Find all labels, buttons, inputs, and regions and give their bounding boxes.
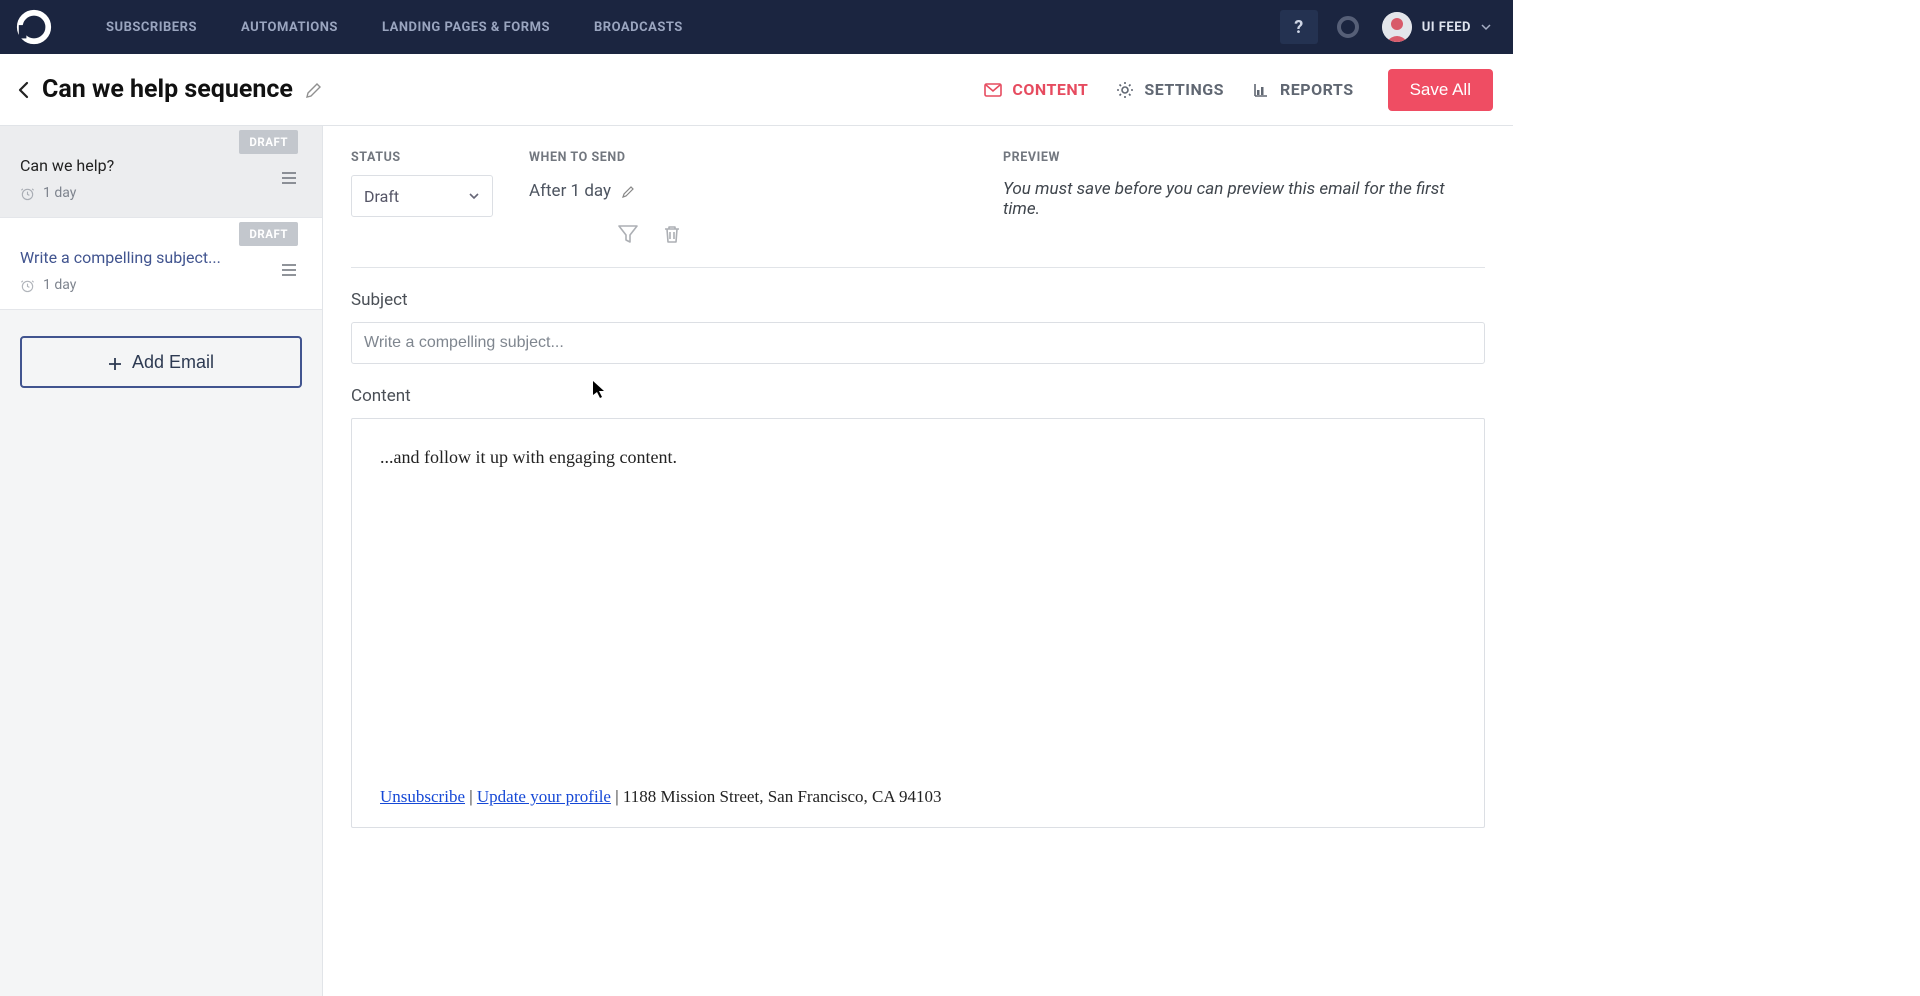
content-footer: Unsubscribe | Update your profile | 1188… (380, 787, 1456, 807)
back-button[interactable] (14, 80, 34, 100)
footer-sep1: | (465, 787, 477, 806)
page-title: Can we help sequence (42, 75, 293, 104)
update-profile-link[interactable]: Update your profile (477, 787, 611, 806)
email-meta: 1 day (20, 277, 302, 293)
nav-links: SUBSCRIBERS AUTOMATIONS LANDING PAGES & … (84, 20, 705, 35)
preview-text: You must save before you can preview thi… (1003, 179, 1485, 219)
email-delay: 1 day (43, 277, 76, 293)
tab-reports[interactable]: REPORTS (1252, 80, 1354, 99)
status-value: Draft (364, 187, 399, 206)
tab-settings-label: SETTINGS (1144, 80, 1224, 99)
logo[interactable] (14, 7, 54, 47)
subject-label: Subject (351, 290, 1485, 310)
save-all-button[interactable]: Save All (1388, 69, 1493, 111)
content-block: Content ...and follow it up with engagin… (351, 386, 1485, 828)
footer-sep2: | (611, 787, 623, 806)
user-menu[interactable]: UI FEED (1382, 12, 1499, 42)
when-label: WHEN TO SEND (529, 150, 1003, 165)
user-label: UI FEED (1422, 20, 1471, 35)
config-row: STATUS Draft WHEN TO SEND After 1 day (351, 150, 1485, 268)
email-menu-button[interactable] (279, 260, 299, 284)
preview-col: PREVIEW You must save before you can pre… (1003, 150, 1485, 219)
topbar: SUBSCRIBERS AUTOMATIONS LANDING PAGES & … (0, 0, 1513, 54)
subtabs: CONTENT SETTINGS REPORTS (984, 80, 1353, 99)
tab-reports-label: REPORTS (1280, 80, 1354, 99)
add-email-button[interactable]: Add Email (20, 336, 302, 388)
alarm-icon (20, 278, 35, 293)
tab-content[interactable]: CONTENT (984, 80, 1088, 99)
email-meta: 1 day (20, 185, 302, 201)
when-tool-icons (617, 223, 1003, 245)
nav-landing-forms[interactable]: LANDING PAGES & FORMS (360, 20, 572, 35)
edit-when-button[interactable] (621, 184, 636, 199)
email-list: DRAFT Can we help? 1 day DRAFT Write a c… (0, 126, 323, 996)
help-button[interactable]: ? (1280, 10, 1318, 44)
alarm-icon (20, 186, 35, 201)
when-value: After 1 day (529, 181, 611, 201)
subject-input[interactable] (351, 322, 1485, 364)
filter-icon[interactable] (617, 223, 639, 245)
content-body[interactable]: ...and follow it up with engaging conten… (380, 447, 1456, 487)
subheader: Can we help sequence CONTENT SETTINGS (0, 54, 1513, 126)
status-badge: DRAFT (239, 222, 298, 246)
main: DRAFT Can we help? 1 day DRAFT Write a c… (0, 126, 1513, 996)
editor: STATUS Draft WHEN TO SEND After 1 day (323, 126, 1513, 996)
email-card-0[interactable]: DRAFT Can we help? 1 day (0, 126, 322, 218)
email-delay: 1 day (43, 185, 76, 201)
tab-content-label: CONTENT (1012, 80, 1088, 99)
chevron-down-icon (468, 190, 480, 202)
avatar (1382, 12, 1412, 42)
nav-subscribers[interactable]: SUBSCRIBERS (84, 20, 219, 35)
email-title: Write a compelling subject... (20, 248, 302, 267)
footer-address: 1188 Mission Street, San Francisco, CA 9… (623, 787, 942, 806)
chart-icon (1252, 81, 1270, 99)
content-editor[interactable]: ...and follow it up with engaging conten… (351, 418, 1485, 828)
preview-label: PREVIEW (1003, 150, 1485, 165)
email-card-1[interactable]: DRAFT Write a compelling subject... 1 da… (0, 218, 322, 310)
gear-icon (1116, 81, 1134, 99)
rename-button[interactable] (305, 81, 323, 99)
when-col: WHEN TO SEND After 1 day (529, 150, 1003, 245)
add-email-label: Add Email (132, 352, 214, 373)
caret-down-icon (1481, 22, 1491, 32)
subject-block: Subject (351, 290, 1485, 364)
status-select[interactable]: Draft (351, 175, 493, 217)
nav-automations[interactable]: AUTOMATIONS (219, 20, 360, 35)
nav-broadcasts[interactable]: BROADCASTS (572, 20, 705, 35)
plus-icon (108, 355, 122, 369)
tab-settings[interactable]: SETTINGS (1116, 80, 1224, 99)
email-title: Can we help? (20, 156, 302, 175)
trash-icon[interactable] (661, 223, 683, 245)
unsubscribe-link[interactable]: Unsubscribe (380, 787, 465, 806)
when-value-row: After 1 day (529, 181, 1003, 201)
envelope-icon (984, 81, 1002, 99)
content-label: Content (351, 386, 1485, 406)
status-ring-icon[interactable] (1336, 15, 1360, 39)
email-menu-button[interactable] (279, 168, 299, 192)
status-badge: DRAFT (239, 130, 298, 154)
status-col: STATUS Draft (351, 150, 529, 217)
status-label: STATUS (351, 150, 529, 165)
